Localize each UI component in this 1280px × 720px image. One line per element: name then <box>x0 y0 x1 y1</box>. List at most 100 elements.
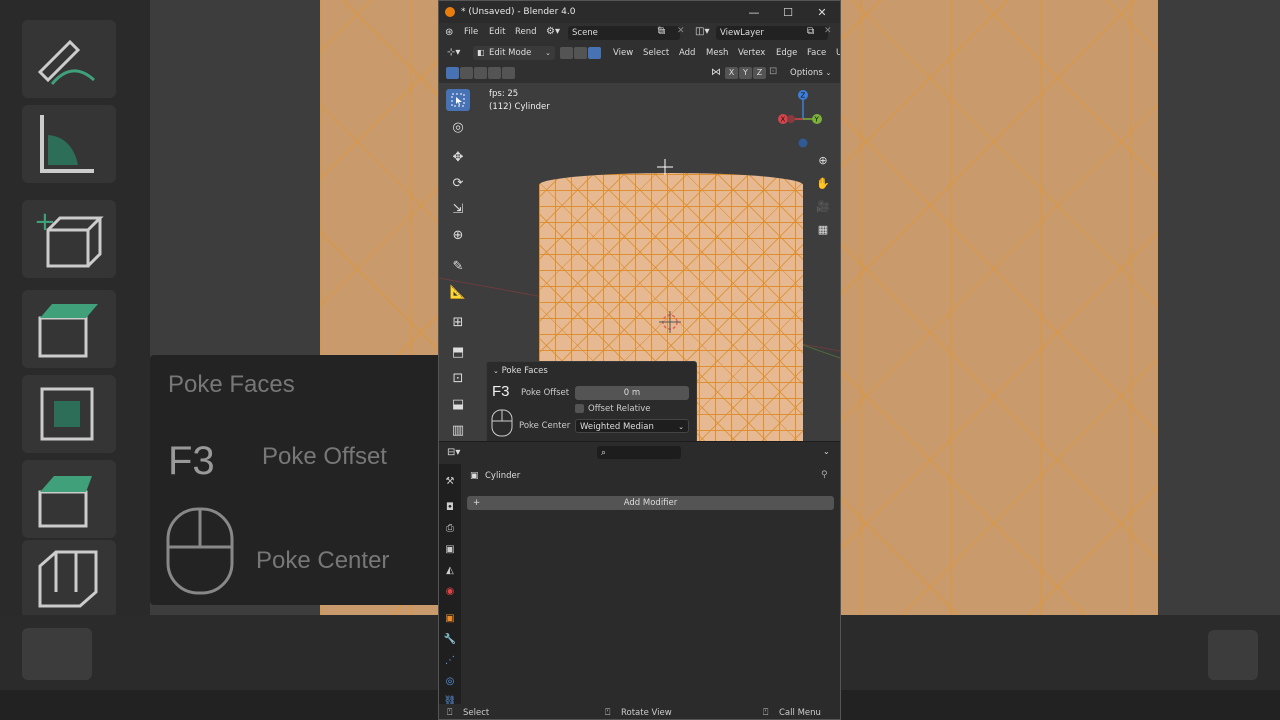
bevel-tool[interactable]: ⬓ <box>446 393 470 415</box>
menu-face[interactable]: Face <box>807 48 826 58</box>
mirror-icon: ⋈ <box>711 67 721 78</box>
properties-editor-type-icon[interactable]: ⊟▾ <box>447 447 460 458</box>
gizmo-z-label: Z <box>801 92 806 100</box>
menu-render[interactable]: Rend <box>515 27 537 37</box>
rotate-tool[interactable]: ⟳ <box>446 172 470 194</box>
new-scene-icon[interactable]: ⧉ <box>658 26 665 37</box>
select-subtract-button[interactable] <box>474 67 487 79</box>
mirror-x-button[interactable]: X <box>725 67 738 79</box>
blender-menu-icon[interactable]: ⊛ <box>445 27 453 38</box>
background-inset-icon <box>22 375 116 453</box>
delete-scene-icon[interactable]: ✕ <box>677 26 685 36</box>
tab-scene-icon[interactable]: ◭ <box>443 563 457 577</box>
properties-search-input[interactable]: ⌕ <box>597 446 681 459</box>
annotate-tool[interactable]: ✎ <box>446 255 470 277</box>
editor-type-icon[interactable]: ⊹▾ <box>447 47 460 58</box>
view-layer-name: ViewLayer <box>720 28 764 38</box>
select-new-button[interactable] <box>446 67 459 79</box>
move-tool[interactable]: ✥ <box>446 146 470 168</box>
menu-vertex[interactable]: Vertex <box>738 48 765 58</box>
add-modifier-label: Add Modifier <box>623 498 678 508</box>
menu-uv[interactable]: U <box>836 48 840 58</box>
add-cube-tool[interactable]: ⊞ <box>446 311 470 333</box>
poke-center-label: Poke Center <box>519 421 571 431</box>
edge-select-button[interactable] <box>574 47 587 59</box>
tab-particles-icon[interactable]: ⋰ <box>443 653 457 667</box>
extrude-tool[interactable]: ⬒ <box>446 341 470 363</box>
select-box-tool[interactable] <box>446 89 470 111</box>
blender-logo-icon <box>445 7 455 17</box>
tab-physics-icon[interactable]: ◎ <box>443 674 457 688</box>
tab-output-icon[interactable]: ⎙ <box>443 521 457 535</box>
title-bar[interactable]: * (Unsaved) - Blender 4.0 — ☐ ✕ <box>439 1 840 23</box>
background-center-label: Poke Center <box>256 547 390 574</box>
face-select-button[interactable] <box>588 47 601 59</box>
camera-icon[interactable]: 🎥 <box>813 196 833 216</box>
background-measure-icon <box>22 105 116 183</box>
tab-object-icon[interactable]: ▣ <box>443 611 457 625</box>
grid-toggle-icon[interactable]: ▦ <box>813 219 833 239</box>
new-view-layer-icon[interactable]: ⧉ <box>807 26 814 37</box>
zoom-icon[interactable]: ⊕ <box>813 150 833 170</box>
maximize-button[interactable]: ☐ <box>771 1 805 23</box>
transform-tool[interactable]: ⊕ <box>446 224 470 246</box>
chevron-down-icon: ⌄ <box>545 49 551 57</box>
mirror-y-button[interactable]: Y <box>739 67 752 79</box>
navigation-gizmo[interactable]: Z Y X <box>775 87 835 153</box>
background-extrude-icon <box>22 290 116 368</box>
menu-add[interactable]: Add <box>679 48 695 58</box>
background-annotate-icon <box>22 20 116 98</box>
select-extend-button[interactable] <box>460 67 473 79</box>
view-layer-icon[interactable]: ◫▾ <box>695 26 709 37</box>
window-title: * (Unsaved) - Blender 4.0 <box>461 7 576 17</box>
vertex-select-button[interactable] <box>560 47 573 59</box>
menu-file[interactable]: File <box>464 27 478 37</box>
menu-edit[interactable]: Edit <box>489 27 505 37</box>
mouse-middle-icon: ⍞ <box>605 708 611 718</box>
3d-viewport[interactable]: ◎ ✥ ⟳ ⇲ ⊕ ✎ 📐 ⊞ ⬒ ⊡ ⬓ ▥ fps: 25 (112) Cy… <box>439 83 840 441</box>
measure-tool[interactable]: 📐 <box>446 281 470 303</box>
background-offset-label: Poke Offset <box>262 443 387 470</box>
poke-center-chevron-icon: ⌄ <box>678 423 684 431</box>
background-panel-title: Poke Faces <box>168 371 295 398</box>
tab-view-layer-icon[interactable]: ▣ <box>443 542 457 556</box>
background-chevron-down-icon <box>1208 630 1258 680</box>
add-modifier-button[interactable]: + Add Modifier <box>467 496 834 510</box>
pan-hand-icon[interactable]: ✋ <box>813 173 833 193</box>
svg-text:+: + <box>34 207 56 237</box>
operator-panel-header[interactable]: ⌄ Poke Faces <box>493 366 548 376</box>
menu-select[interactable]: Select <box>643 48 669 58</box>
minimize-button[interactable]: — <box>737 1 771 23</box>
poke-center-dropdown[interactable]: Weighted Median ⌄ <box>575 419 689 433</box>
tab-modifiers-icon[interactable]: 🔧 <box>443 632 457 646</box>
object-origin-icon <box>659 311 681 333</box>
mirror-z-button[interactable]: Z <box>753 67 766 79</box>
menu-view[interactable]: View <box>613 48 633 58</box>
close-button[interactable]: ✕ <box>805 1 839 23</box>
collapse-chevron-icon: ⌄ <box>493 367 499 375</box>
gizmo-y-label: Y <box>814 116 820 124</box>
scene-icon[interactable]: ⚙▾ <box>546 26 560 37</box>
tab-render-icon[interactable]: ◘ <box>443 500 457 514</box>
cursor-tool[interactable]: ◎ <box>446 116 470 138</box>
loop-cut-tool[interactable]: ▥ <box>446 419 470 441</box>
tab-tool-icon[interactable]: ⚒ <box>443 474 457 488</box>
select-invert-button[interactable] <box>488 67 501 79</box>
poke-offset-field[interactable]: 0 m <box>575 386 689 400</box>
select-intersect-button[interactable] <box>502 67 515 79</box>
inset-tool[interactable]: ⊡ <box>446 367 470 389</box>
offset-relative-checkbox[interactable] <box>575 404 584 413</box>
options-dropdown[interactable]: Options ⌄ <box>786 66 834 80</box>
properties-options-chevron-icon[interactable]: ⌄ <box>823 447 830 456</box>
tab-world-icon[interactable]: ◉ <box>443 584 457 598</box>
options-chevron-icon: ⌄ <box>825 69 832 77</box>
pin-properties-icon[interactable]: ⚲ <box>821 470 828 480</box>
tool-settings-header: ⋈ X Y Z ⊡ Options ⌄ <box>439 63 840 83</box>
menu-mesh[interactable]: Mesh <box>706 48 728 58</box>
menu-edge[interactable]: Edge <box>776 48 797 58</box>
delete-view-layer-icon[interactable]: ✕ <box>824 26 832 36</box>
auto-merge-icon[interactable]: ⊡ <box>769 66 777 77</box>
scale-tool[interactable]: ⇲ <box>446 198 470 220</box>
mode-dropdown[interactable]: Edit Mode ◧ ⌄ <box>473 46 555 60</box>
operator-panel[interactable]: ⌄ Poke Faces F3 Poke Offset 0 m Offset R… <box>486 361 697 441</box>
